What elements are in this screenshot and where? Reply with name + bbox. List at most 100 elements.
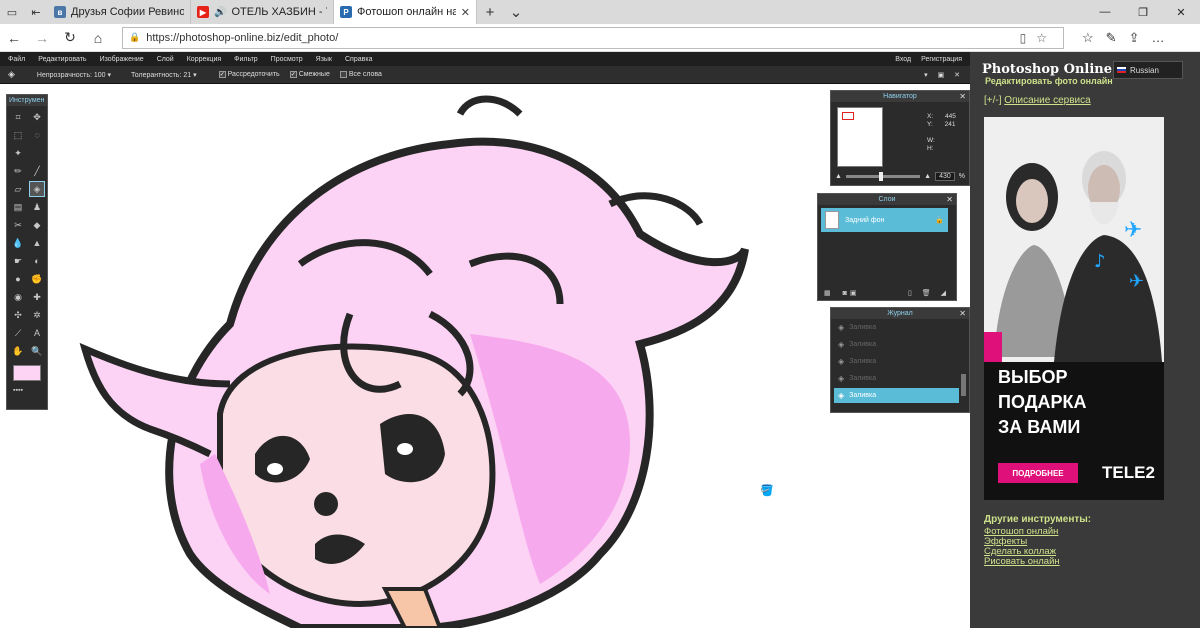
menu-language[interactable]: Язык	[316, 56, 332, 63]
menu-adjustments[interactable]: Коррекция	[187, 56, 221, 63]
drawing-icon[interactable]: ◆	[30, 218, 44, 232]
sponge-icon[interactable]: ◐	[30, 254, 44, 268]
layer-row[interactable]: Задний фон 🔒	[821, 208, 948, 232]
zoom-out-icon[interactable]: ▲	[835, 173, 842, 180]
zoom-slider[interactable]: ▲ ▲ 430 %	[835, 171, 965, 181]
zoom-icon[interactable]: 🔍	[30, 344, 44, 358]
menu-image[interactable]: Изображение	[100, 56, 144, 63]
advertisement-banner[interactable]: ✈ ♪ ✈ ВЫБОР ПОДАРКА ЗА ВАМИ ПОДРОБНЕЕ TE…	[984, 117, 1164, 500]
wand-icon[interactable]: ✦	[11, 146, 25, 160]
russia-flag-icon	[1117, 67, 1126, 73]
browser-tab-youtube[interactable]: ▶ 🔊 ОТЕЛЬ ХАЗБИН - YouT	[191, 0, 334, 24]
brush-icon[interactable]: ╱	[30, 164, 44, 178]
foreground-color-swatch[interactable]	[13, 365, 41, 381]
url-input[interactable]: 🔒 https://photoshop-online.biz/edit_phot…	[122, 26, 1064, 49]
blur-icon[interactable]: 💧	[11, 236, 25, 250]
layer-style-icon[interactable]: ▦	[824, 289, 831, 297]
back-icon[interactable]: ←	[0, 30, 28, 46]
type-icon[interactable]: A	[30, 326, 44, 340]
favorites-icon[interactable]: ☆	[1082, 30, 1094, 46]
browser-tab-vk[interactable]: в Друзья Софии Ревиной – 1	[48, 0, 191, 24]
spot-heal-icon[interactable]: ✚	[30, 290, 44, 304]
close-icon[interactable]: ✕	[946, 194, 953, 205]
eyedropper-icon[interactable]: ⟋	[11, 326, 25, 340]
new-tab-button[interactable]: +	[477, 0, 503, 24]
lasso-icon[interactable]: ◌	[30, 128, 44, 142]
history-panel: Журнал ✕ ◈ Заливка ◈ Заливка ◈ Заливка ◈ Зали…	[830, 307, 970, 413]
close-icon[interactable]: ✕	[959, 91, 966, 102]
bloat-icon[interactable]: ✣	[11, 308, 25, 322]
history-item[interactable]: ◈ Заливка	[834, 371, 959, 386]
stamp-icon[interactable]: ♟	[30, 200, 44, 214]
layer-actions-icons[interactable]: ▯ 🗑 ◢	[908, 289, 950, 297]
pen-icon[interactable]: ✎	[1106, 30, 1117, 46]
layer-thumbnail	[825, 211, 839, 229]
minimize-icon[interactable]: —	[1086, 0, 1124, 24]
marquee-icon[interactable]: ⬚	[11, 128, 25, 142]
tab-list-chevron-icon[interactable]: ⌄	[503, 0, 529, 24]
forward-icon[interactable]: →	[28, 30, 56, 46]
history-scrollbar[interactable]	[961, 374, 966, 396]
refresh-icon[interactable]: ↻	[56, 29, 84, 46]
hand-icon[interactable]: ✋	[11, 344, 25, 358]
menu-edit[interactable]: Редактировать	[38, 56, 86, 63]
reading-view-favorite-icons[interactable]: ▯☆	[1020, 31, 1057, 45]
blank-tool	[30, 146, 44, 160]
site-brand: Photoshop Online	[982, 62, 1113, 77]
pencil-icon[interactable]: ✏	[11, 164, 25, 178]
history-item[interactable]: ◈ Заливка	[834, 320, 959, 335]
login-link[interactable]: Вход	[895, 56, 911, 63]
site-sidebar: Photoshop Online Редактировать фото онла…	[970, 52, 1200, 628]
close-tab-icon[interactable]: ✕	[461, 6, 470, 19]
contiguous-checkbox[interactable]: ✓ Смежные	[289, 71, 330, 78]
swap-color-icons[interactable]: ▪▪▪▪	[13, 387, 23, 394]
register-link[interactable]: Регистрация	[921, 56, 962, 63]
close-icon[interactable]: ✕	[959, 308, 966, 319]
service-description-link[interactable]: Описание сервиса	[1004, 95, 1090, 106]
window-arrange-icons[interactable]: ▾ ▣ ✕	[924, 71, 964, 79]
tab-preview-icon[interactable]: ▭	[0, 0, 24, 24]
zoom-in-icon[interactable]: ▲	[924, 173, 931, 180]
set-aside-tabs-icon[interactable]: ⇤	[24, 0, 48, 24]
link-draw-online[interactable]: Рисовать онлайн	[984, 557, 1091, 567]
close-window-icon[interactable]: ✕	[1162, 0, 1200, 24]
antialias-checkbox[interactable]: ✓ Рассредоточить	[218, 71, 280, 78]
tab-title: ОТЕЛЬ ХАЗБИН - YouT	[231, 6, 327, 18]
sharpen-icon[interactable]: ▲	[30, 236, 44, 250]
gradient-icon[interactable]: ▤	[11, 200, 25, 214]
tolerance-label: Толерантность:	[131, 71, 182, 79]
pinch-icon[interactable]: ✲	[30, 308, 44, 322]
red-eye-icon[interactable]: ◉	[11, 290, 25, 304]
opacity-value[interactable]: 100	[94, 72, 106, 79]
more-icon[interactable]: …	[1151, 30, 1164, 46]
zoom-value[interactable]: 430	[935, 171, 955, 181]
tolerance-value[interactable]: 21	[183, 72, 191, 79]
smudge-icon[interactable]: ☛	[11, 254, 25, 268]
image-canvas[interactable]: 🪣	[0, 84, 970, 628]
history-item-active[interactable]: ◈ Заливка	[834, 388, 959, 403]
menu-view[interactable]: Просмотр	[271, 56, 303, 63]
audio-playing-icon[interactable]: 🔊	[214, 7, 226, 18]
move-icon[interactable]: ✥	[30, 110, 44, 124]
menu-filter[interactable]: Фильтр	[234, 56, 258, 63]
color-replace-icon[interactable]: ✂	[11, 218, 25, 232]
paint-bucket-tool-icon[interactable]: ◈	[29, 181, 45, 197]
language-select[interactable]: Russian	[1113, 61, 1183, 79]
menu-help[interactable]: Справка	[345, 56, 372, 63]
mask-icon[interactable]: ◙▣	[843, 289, 860, 297]
home-icon[interactable]: ⌂	[84, 30, 112, 46]
all-layers-checkbox[interactable]: Все слова	[339, 71, 382, 78]
browser-tab-photoshop[interactable]: P Фотошоп онлайн на ру ✕	[334, 0, 477, 24]
dodge-icon[interactable]: ●	[11, 272, 25, 286]
history-item[interactable]: ◈ Заливка	[834, 337, 959, 352]
ad-more-button[interactable]: ПОДРОБНЕЕ	[998, 463, 1078, 483]
eraser-icon[interactable]: ▱	[11, 182, 25, 196]
menu-layer[interactable]: Слой	[157, 56, 174, 63]
maximize-icon[interactable]: ❐	[1124, 0, 1162, 24]
burn-icon[interactable]: ✊	[30, 272, 44, 286]
history-item[interactable]: ◈ Заливка	[834, 354, 959, 369]
menu-file[interactable]: Файл	[8, 56, 25, 63]
share-icon[interactable]: ⇪	[1129, 30, 1140, 46]
crop-icon[interactable]: ⌗	[11, 110, 25, 124]
navigator-thumbnail[interactable]	[837, 107, 883, 167]
